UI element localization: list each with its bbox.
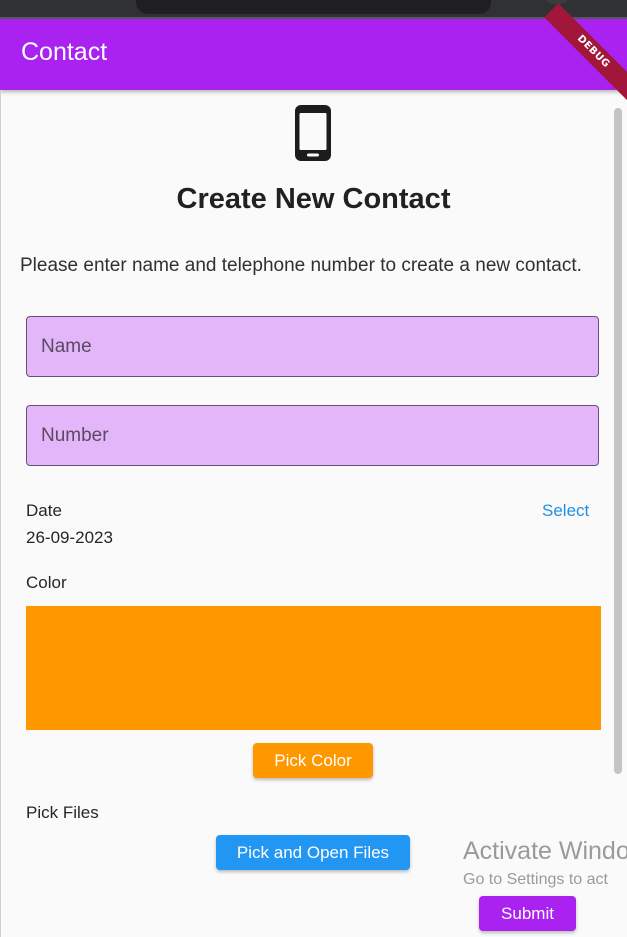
- app-bar-title: Contact: [21, 38, 108, 66]
- submit-button[interactable]: Submit: [479, 896, 576, 931]
- date-label: Date: [26, 501, 62, 520]
- app-bar: Contact DEBUG: [0, 3, 627, 101]
- activation-watermark-title: Activate Windo: [463, 837, 627, 865]
- select-date-button[interactable]: Select: [542, 501, 589, 521]
- instructions-text: Please enter name and telephone number t…: [20, 255, 582, 276]
- pick-files-button[interactable]: Pick and Open Files: [216, 835, 410, 870]
- number-field[interactable]: [26, 405, 599, 466]
- name-field[interactable]: [26, 316, 599, 377]
- window-notch: [136, 0, 491, 14]
- pick-files-label: Pick Files: [26, 803, 99, 822]
- color-preview: [26, 606, 601, 730]
- color-label: Color: [26, 573, 67, 592]
- page-title: Create New Contact: [176, 183, 451, 215]
- activation-watermark-subtitle: Go to Settings to act: [463, 871, 608, 888]
- window-top-bar: [0, 0, 627, 19]
- scrollbar[interactable]: [614, 108, 622, 774]
- date-value: 26-09-2023: [26, 528, 113, 547]
- pick-color-button[interactable]: Pick Color: [253, 743, 373, 778]
- phone-icon: [295, 105, 331, 161]
